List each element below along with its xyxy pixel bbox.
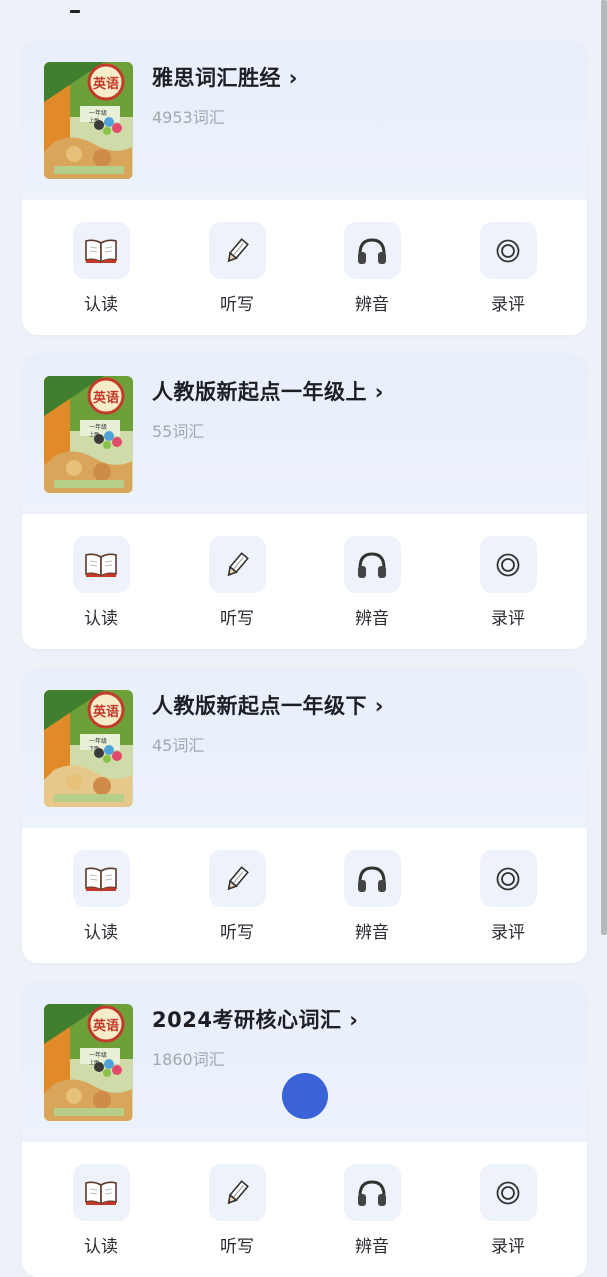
action-label: 辨音 — [355, 1237, 389, 1257]
record-icon — [479, 536, 537, 593]
action-record-button[interactable]: 录评 — [473, 222, 543, 315]
record-icon — [479, 222, 537, 279]
action-pencil-button[interactable]: 听写 — [202, 536, 272, 629]
svg-text:英语: 英语 — [92, 1018, 119, 1034]
book-card-header[interactable]: 英语 一年级 下册 人教版新起点一年级下 › 45词汇 — [22, 668, 587, 828]
action-label: 听写 — [220, 295, 254, 315]
svg-text:英语: 英语 — [92, 76, 119, 92]
action-label: 辨音 — [355, 609, 389, 629]
action-headphones-button[interactable]: 辨音 — [337, 536, 407, 629]
action-label: 录评 — [491, 609, 525, 629]
book-cover[interactable]: 英语 一年级 上册 — [44, 1004, 133, 1121]
action-headphones-button[interactable]: 辨音 — [337, 222, 407, 315]
action-record-button[interactable]: 录评 — [473, 850, 543, 943]
book-title[interactable]: 雅思词汇胜经 › — [152, 62, 298, 92]
word-count: 1860词汇 — [152, 1050, 225, 1069]
pencil-icon — [208, 850, 266, 907]
word-count: 55词汇 — [152, 422, 205, 441]
book-card-header[interactable]: 英语 一年级 上册 雅思词汇胜经 › 4953词汇 — [22, 40, 587, 200]
action-row: 认读 听写 辨音 录评 — [22, 828, 587, 963]
action-pencil-button[interactable]: 听写 — [202, 850, 272, 943]
word-count: 4953词汇 — [152, 108, 225, 127]
action-label: 认读 — [84, 609, 118, 629]
book-card-4: 英语 一年级 上册 2024考研核心词汇 › 1860词汇 认读 听写 辨音 录… — [22, 982, 587, 1277]
action-open-book-button[interactable]: 认读 — [66, 222, 136, 315]
pencil-icon — [208, 222, 266, 279]
status-indicator — [70, 10, 80, 13]
svg-text:英语: 英语 — [92, 390, 119, 406]
book-title[interactable]: 2024考研核心词汇 › — [152, 1004, 358, 1034]
action-label: 录评 — [491, 295, 525, 315]
pencil-icon — [208, 1164, 266, 1221]
headphones-icon — [343, 850, 401, 907]
book-card-3: 英语 一年级 下册 人教版新起点一年级下 › 45词汇 认读 听写 辨音 录评 — [22, 668, 587, 963]
action-label: 辨音 — [355, 295, 389, 315]
action-pencil-button[interactable]: 听写 — [202, 1164, 272, 1257]
svg-text:一年级: 一年级 — [89, 1051, 107, 1059]
action-label: 听写 — [220, 923, 254, 943]
headphones-icon — [343, 1164, 401, 1221]
book-card-header[interactable]: 英语 一年级 上册 人教版新起点一年级上 › 55词汇 — [22, 354, 587, 514]
action-headphones-button[interactable]: 辨音 — [337, 850, 407, 943]
action-label: 认读 — [84, 1237, 118, 1257]
open-book-icon — [72, 536, 130, 593]
action-label: 录评 — [491, 923, 525, 943]
action-label: 认读 — [84, 923, 118, 943]
record-icon — [479, 850, 537, 907]
action-label: 认读 — [84, 295, 118, 315]
action-open-book-button[interactable]: 认读 — [66, 536, 136, 629]
book-card-2: 英语 一年级 上册 人教版新起点一年级上 › 55词汇 认读 听写 辨音 录评 — [22, 354, 587, 649]
svg-text:一年级: 一年级 — [89, 423, 107, 431]
action-label: 辨音 — [355, 923, 389, 943]
headphones-icon — [343, 536, 401, 593]
word-count: 45词汇 — [152, 736, 205, 755]
action-row: 认读 听写 辨音 录评 — [22, 200, 587, 335]
book-title[interactable]: 人教版新起点一年级下 › — [152, 690, 384, 720]
action-headphones-button[interactable]: 辨音 — [337, 1164, 407, 1257]
scrollbar[interactable] — [601, 0, 607, 935]
record-icon — [479, 1164, 537, 1221]
action-row: 认读 听写 辨音 录评 — [22, 1142, 587, 1277]
headphones-icon — [343, 222, 401, 279]
book-cover[interactable]: 英语 一年级 上册 — [44, 62, 133, 179]
action-label: 听写 — [220, 609, 254, 629]
action-record-button[interactable]: 录评 — [473, 1164, 543, 1257]
open-book-icon — [72, 850, 130, 907]
svg-text:一年级: 一年级 — [89, 109, 107, 117]
open-book-icon — [72, 1164, 130, 1221]
action-label: 录评 — [491, 1237, 525, 1257]
svg-text:英语: 英语 — [92, 704, 119, 720]
action-row: 认读 听写 辨音 录评 — [22, 514, 587, 649]
action-open-book-button[interactable]: 认读 — [66, 1164, 136, 1257]
pencil-icon — [208, 536, 266, 593]
action-label: 听写 — [220, 1237, 254, 1257]
book-cover[interactable]: 英语 一年级 下册 — [44, 690, 133, 807]
svg-text:一年级: 一年级 — [89, 737, 107, 745]
open-book-icon — [72, 222, 130, 279]
action-pencil-button[interactable]: 听写 — [202, 222, 272, 315]
action-record-button[interactable]: 录评 — [473, 536, 543, 629]
book-cover[interactable]: 英语 一年级 上册 — [44, 376, 133, 493]
book-card-1: 英语 一年级 上册 雅思词汇胜经 › 4953词汇 认读 听写 辨音 录评 — [22, 40, 587, 335]
action-open-book-button[interactable]: 认读 — [66, 850, 136, 943]
book-title[interactable]: 人教版新起点一年级上 › — [152, 376, 384, 406]
